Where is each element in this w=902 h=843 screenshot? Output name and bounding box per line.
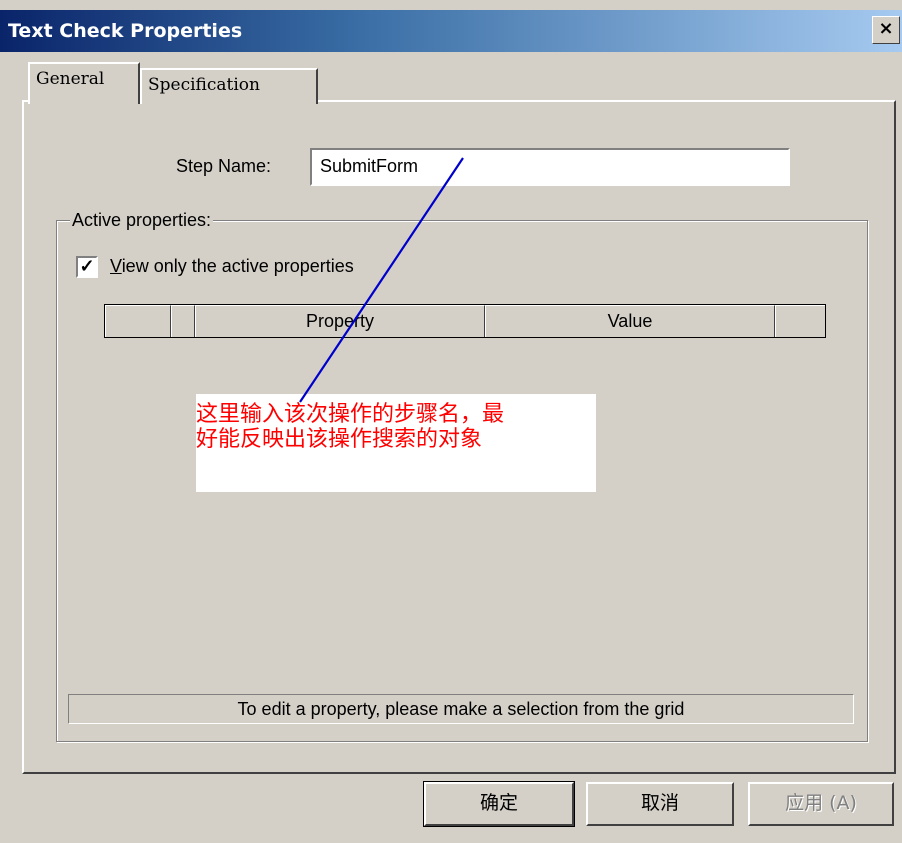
annotation-line-2: 好能反映出该操作搜索的对象	[196, 427, 483, 452]
step-name-label: Step Name:	[176, 156, 272, 176]
tab-specification[interactable]: Specification	[140, 68, 318, 104]
view-only-active-checkbox[interactable]: ✓	[76, 256, 98, 278]
tab-general[interactable]: General	[28, 62, 140, 104]
ok-button[interactable]: 确定	[423, 781, 575, 827]
view-only-active-label[interactable]: View only the active properties	[110, 256, 354, 277]
step-name-input[interactable]: SubmitForm	[310, 148, 790, 186]
grid-column-flag[interactable]	[171, 305, 195, 337]
grid-column-extra[interactable]	[775, 305, 825, 337]
grid-column-select[interactable]	[105, 305, 171, 337]
annotation-line-1: 这里输入该次操作的步骤名，最	[196, 402, 505, 427]
active-properties-legend: Active properties:	[70, 210, 214, 231]
title-bar: Text Check Properties ×	[0, 10, 902, 52]
apply-button[interactable]: 应用 (A)	[748, 782, 894, 826]
close-icon[interactable]: ×	[872, 16, 900, 44]
grid-column-property[interactable]: Property	[195, 305, 485, 337]
checkmark-icon: ✓	[79, 256, 95, 276]
annotation-note: 这里输入该次操作的步骤名，最 好能反映出该操作搜索的对象	[196, 394, 596, 492]
property-grid-header: Property Value	[104, 304, 826, 338]
status-text: To edit a property, please make a select…	[68, 694, 854, 724]
grid-column-value[interactable]: Value	[485, 305, 775, 337]
window-title: Text Check Properties	[8, 20, 243, 42]
cancel-button[interactable]: 取消	[586, 782, 734, 826]
